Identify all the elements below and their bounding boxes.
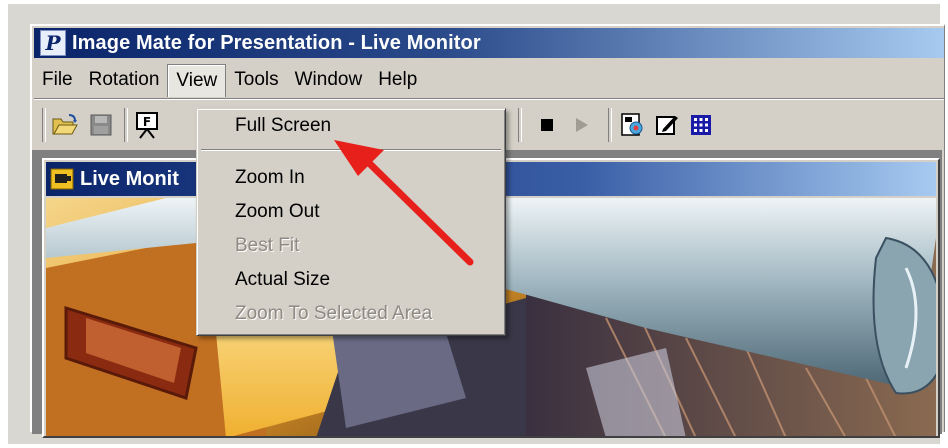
menu-tools[interactable]: Tools [226, 64, 286, 96]
view-menu-dropdown: Full Screen Zoom In Zoom Out Best Fit Ac… [196, 108, 506, 336]
toolbar-separator-3 [608, 108, 612, 142]
menu-file[interactable]: File [34, 64, 81, 96]
toolbar-separator-2 [518, 108, 522, 142]
open-folder-icon[interactable] [50, 110, 80, 140]
toolbar-grip [42, 108, 46, 142]
toolbar-divider [34, 98, 944, 100]
child-window-title: Live Monit [80, 167, 179, 190]
edit-icon[interactable] [652, 110, 682, 140]
menu-item-best-fit: Best Fit [235, 235, 300, 256]
menu-item-zoom-out[interactable]: Zoom Out [199, 197, 503, 227]
presentation-icon[interactable]: F [132, 110, 162, 140]
stop-icon[interactable] [532, 110, 562, 140]
save-disk-icon[interactable] [86, 110, 116, 140]
title-bar: P Image Mate for Presentation - Live Mon… [34, 28, 944, 58]
app-logo-icon: P [40, 30, 66, 56]
menu-item-zoom-in[interactable]: Zoom In [199, 163, 503, 193]
menu-item-full-screen[interactable]: Full Screen [199, 111, 503, 141]
window-title: Image Mate for Presentation - Live Monit… [72, 31, 481, 54]
menu-bar: File Rotation View Tools Window Help [34, 63, 944, 97]
play-icon [566, 110, 596, 140]
grid-icon[interactable] [686, 110, 716, 140]
svg-text:F: F [143, 115, 151, 129]
menu-view[interactable]: View [167, 63, 227, 97]
toolbar-separator [124, 108, 128, 142]
menu-help[interactable]: Help [370, 64, 425, 96]
menu-item-actual-size[interactable]: Actual Size [199, 265, 503, 295]
menu-rotation[interactable]: Rotation [81, 64, 168, 96]
menu-item-zoom-to-selected-area: Zoom To Selected Area [235, 303, 433, 324]
menu-separator [201, 149, 501, 151]
menu-window[interactable]: Window [287, 64, 371, 96]
camera-icon [50, 168, 74, 190]
capture-icon[interactable] [618, 110, 648, 140]
